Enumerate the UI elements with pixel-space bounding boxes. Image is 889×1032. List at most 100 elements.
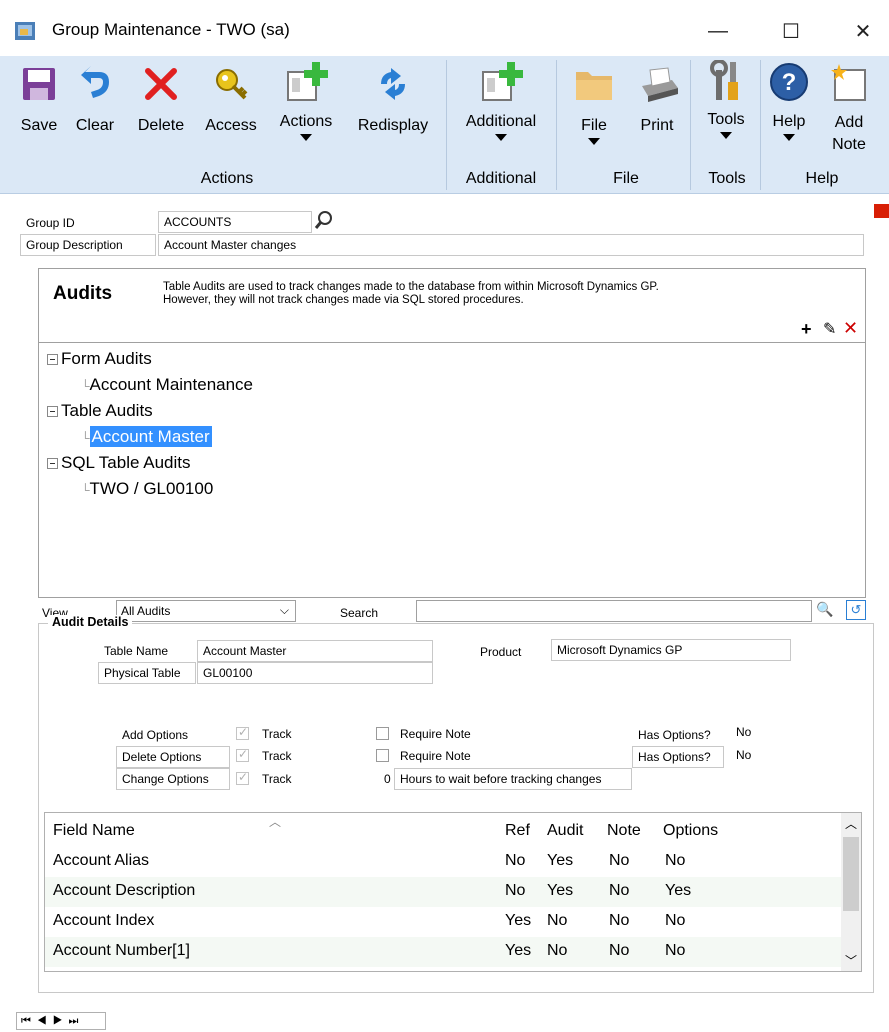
lookup-icon[interactable] bbox=[314, 210, 334, 232]
audits-description-2: However, they will not track changes mad… bbox=[163, 294, 524, 306]
product-value: Microsoft Dynamics GP bbox=[551, 639, 791, 661]
file-label: File bbox=[581, 117, 607, 134]
last-record-icon[interactable]: ⏭ bbox=[69, 1015, 85, 1027]
print-label: Print bbox=[640, 117, 674, 134]
save-label: Save bbox=[20, 117, 58, 134]
add-note-button[interactable]: Add Note bbox=[822, 56, 876, 156]
maximize-button[interactable]: ☐ bbox=[768, 14, 814, 48]
add-audit-icon[interactable]: + bbox=[801, 319, 812, 340]
actions-button[interactable]: Actions bbox=[274, 56, 338, 141]
group-label-actions: Actions bbox=[200, 170, 254, 187]
additional-dropdown-icon bbox=[495, 134, 507, 141]
tools-icon bbox=[710, 60, 738, 100]
collapse-icon[interactable] bbox=[47, 458, 58, 470]
cell-options: No bbox=[665, 912, 686, 929]
collapse-icon[interactable] bbox=[47, 354, 58, 366]
help-button[interactable]: ? Help bbox=[766, 56, 812, 141]
scroll-down-icon[interactable]: ﹀ bbox=[845, 952, 857, 969]
cell-note: No bbox=[609, 912, 630, 929]
group-label-help: Help bbox=[805, 170, 839, 187]
change-track-checkbox[interactable] bbox=[236, 770, 249, 785]
group-label-file: File bbox=[613, 170, 639, 187]
add-track-checkbox[interactable] bbox=[236, 725, 249, 740]
refresh-icon bbox=[381, 68, 405, 100]
tools-label: Tools bbox=[707, 111, 745, 128]
minimize-button[interactable]: — bbox=[695, 14, 741, 48]
grid-scrollbar[interactable]: ︿ ﹀ bbox=[841, 813, 861, 971]
additional-label: Additional bbox=[465, 113, 537, 130]
tree-node-account-maintenance[interactable]: └Account Maintenance bbox=[81, 375, 253, 395]
add-has-options-label: Has Options? bbox=[632, 724, 724, 746]
actions-label: Actions bbox=[279, 113, 333, 130]
search-input[interactable] bbox=[416, 600, 812, 622]
close-button[interactable]: ✕ bbox=[840, 14, 886, 48]
column-header-field[interactable]: Field Name bbox=[53, 822, 135, 840]
cell-ref: No bbox=[505, 852, 526, 869]
scroll-up-icon[interactable]: ︿ bbox=[845, 815, 857, 832]
column-header-note[interactable]: Note bbox=[607, 822, 641, 840]
grid-header: Field Name ︿ Ref Audit Note Options bbox=[45, 815, 841, 847]
ribbon-separator bbox=[690, 60, 691, 190]
delete-track-checkbox[interactable] bbox=[236, 747, 249, 762]
column-header-options[interactable]: Options bbox=[663, 822, 718, 840]
scroll-thumb[interactable] bbox=[843, 837, 859, 911]
additional-button[interactable]: Additional bbox=[456, 56, 546, 141]
group-id-input[interactable]: ACCOUNTS bbox=[158, 211, 312, 233]
delete-require-note-checkbox[interactable] bbox=[376, 749, 389, 762]
group-label-tools: Tools bbox=[708, 170, 746, 187]
help-icon: ? bbox=[770, 63, 808, 101]
sort-up-icon: ︿ bbox=[269, 815, 282, 829]
file-dropdown-icon bbox=[588, 138, 600, 145]
redisplay-button[interactable]: Redisplay bbox=[352, 56, 434, 136]
cell-note: No bbox=[609, 882, 630, 899]
tree-node-two-gl00100[interactable]: └TWO / GL00100 bbox=[81, 479, 213, 499]
column-header-ref[interactable]: Ref bbox=[505, 822, 530, 840]
print-button[interactable]: Print bbox=[630, 56, 684, 136]
redisplay-label: Redisplay bbox=[357, 117, 429, 134]
cell-field: Account Number[1] bbox=[53, 942, 190, 959]
table-name-value: Account Master bbox=[197, 640, 433, 662]
tree-label: Form Audits bbox=[61, 349, 152, 368]
delete-track-label: Track bbox=[262, 749, 292, 763]
collapse-icon[interactable] bbox=[47, 406, 58, 418]
tree-node-sql-table-audits[interactable]: SQL Table Audits bbox=[47, 453, 190, 473]
printer-icon bbox=[642, 67, 678, 102]
add-require-note-checkbox[interactable] bbox=[376, 727, 389, 740]
tools-button[interactable]: Tools bbox=[698, 56, 754, 139]
corner-marker bbox=[874, 204, 889, 218]
first-record-icon[interactable]: ⏮ bbox=[21, 1015, 37, 1027]
clear-label: Clear bbox=[75, 117, 115, 134]
add-track-label: Track bbox=[262, 727, 292, 741]
file-button[interactable]: File bbox=[570, 56, 618, 145]
table-row[interactable]: Account Index Yes No No No bbox=[45, 907, 841, 937]
delete-button[interactable]: Delete bbox=[132, 56, 190, 136]
column-header-audit[interactable]: Audit bbox=[547, 822, 583, 840]
table-row[interactable]: Account Number[1] Yes No No No bbox=[45, 937, 841, 967]
tree-label: TWO / GL00100 bbox=[89, 479, 214, 498]
reset-search-icon[interactable]: ↺ bbox=[846, 600, 866, 620]
cell-audit: No bbox=[547, 912, 568, 929]
edit-audit-icon[interactable]: ✎ bbox=[823, 319, 836, 339]
view-select[interactable]: All Audits ⌵ bbox=[116, 600, 296, 622]
next-record-icon[interactable]: ▶ bbox=[53, 1015, 69, 1027]
access-button[interactable]: Access bbox=[202, 56, 260, 136]
binoculars-icon[interactable]: 🔍 bbox=[816, 601, 833, 618]
key-icon bbox=[216, 69, 248, 100]
tree-node-table-audits[interactable]: Table Audits bbox=[47, 401, 153, 421]
table-row[interactable]: Account Alias No Yes No No bbox=[45, 847, 841, 877]
save-button[interactable]: Save bbox=[18, 56, 60, 136]
delete-require-note-label: Require Note bbox=[400, 749, 471, 763]
tree-node-form-audits[interactable]: Form Audits bbox=[47, 349, 152, 369]
cell-audit: No bbox=[547, 942, 568, 959]
clear-button[interactable]: Clear bbox=[72, 56, 118, 136]
access-label: Access bbox=[205, 117, 257, 134]
audits-panel: Audits Table Audits are used to track ch… bbox=[38, 268, 866, 598]
table-row[interactable]: Account Description No Yes No Yes bbox=[45, 877, 841, 907]
previous-record-icon[interactable]: ◀ bbox=[37, 1015, 53, 1027]
hours-value[interactable]: 0 bbox=[384, 772, 391, 786]
tree-node-account-master[interactable]: └ Account Master bbox=[81, 426, 212, 447]
delete-audit-icon[interactable]: ✕ bbox=[843, 318, 858, 339]
note-icon bbox=[831, 64, 866, 101]
group-description-input[interactable]: Account Master changes bbox=[158, 234, 864, 256]
ribbon-separator bbox=[556, 60, 557, 190]
